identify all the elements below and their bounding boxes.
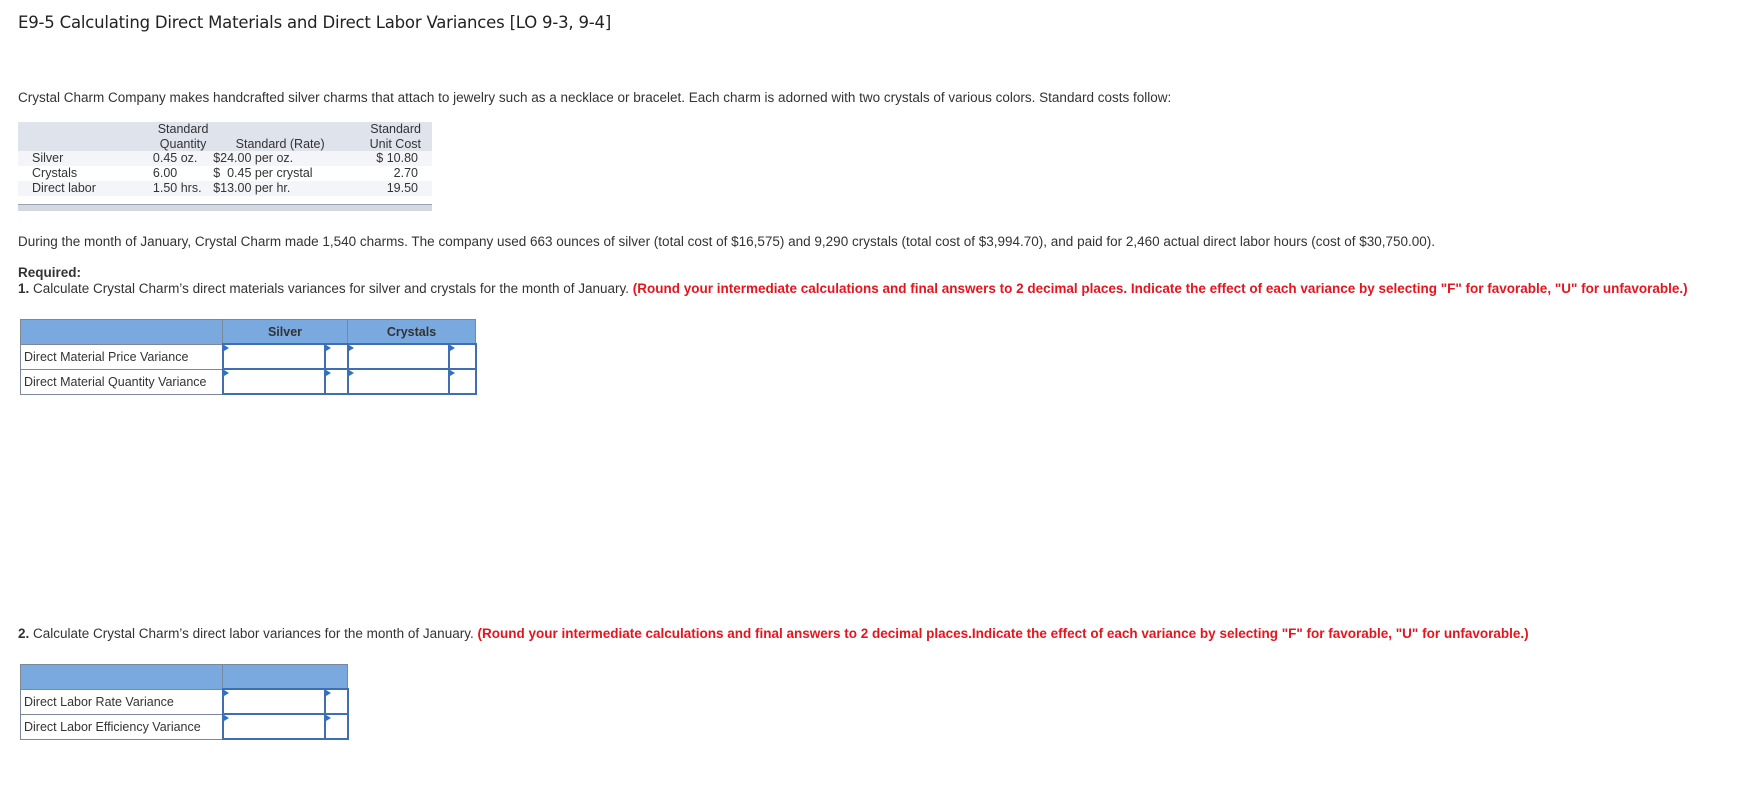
dropdown-marker-icon bbox=[325, 690, 331, 696]
labor-efficiency-effect-cell[interactable] bbox=[323, 713, 349, 740]
labor-efficiency-variance-cell[interactable] bbox=[221, 713, 326, 740]
header-blank bbox=[20, 664, 223, 690]
labor-rate-effect-cell[interactable] bbox=[323, 688, 349, 715]
question-1-instruction: (Round your intermediate calculations an… bbox=[632, 281, 1688, 296]
std-qty: 1.50 hrs. bbox=[152, 181, 214, 196]
dropdown-marker-icon bbox=[450, 370, 456, 376]
row-label-price-variance: Direct Material Price Variance bbox=[20, 343, 223, 370]
row-label-quantity-variance: Direct Material Quantity Variance bbox=[20, 368, 223, 395]
silver-quantity-variance-input[interactable] bbox=[223, 370, 324, 393]
silver-quantity-variance-cell[interactable] bbox=[221, 368, 326, 395]
crystals-price-variance-input[interactable] bbox=[348, 345, 449, 368]
labor-rate-variance-input[interactable] bbox=[223, 690, 324, 713]
header-qty-line2: Quantity bbox=[159, 136, 207, 151]
question-2-instruction: (Round your intermediate calculations an… bbox=[477, 626, 1529, 641]
dropdown-marker-icon bbox=[325, 370, 331, 376]
input-marker-icon bbox=[348, 370, 354, 376]
question-1-text: Calculate Crystal Charm’s direct materia… bbox=[29, 281, 633, 296]
table-row: Direct Labor Rate Variance bbox=[20, 688, 349, 715]
dropdown-marker-icon bbox=[325, 715, 331, 721]
input-marker-icon bbox=[223, 715, 229, 721]
std-rate: $24.00 per oz. bbox=[213, 151, 348, 166]
silver-price-effect-cell[interactable] bbox=[323, 343, 349, 370]
std-row-direct-labor: Direct labor 1.50 hrs. $13.00 per hr. 19… bbox=[18, 181, 432, 196]
crystals-quantity-variance-input[interactable] bbox=[348, 370, 449, 393]
input-marker-icon bbox=[223, 370, 229, 376]
question-1-number: 1. bbox=[18, 281, 30, 296]
std-qty: 6.00 bbox=[152, 166, 214, 181]
table-row: Direct Labor Efficiency Variance bbox=[20, 713, 349, 740]
materials-variance-table: Silver Crystals Direct Material Price Va… bbox=[20, 319, 477, 395]
row-label-efficiency-variance: Direct Labor Efficiency Variance bbox=[20, 713, 223, 740]
row-label-rate-variance: Direct Labor Rate Variance bbox=[20, 688, 223, 715]
column-header-crystals: Crystals bbox=[347, 319, 476, 345]
intro-text: Crystal Charm Company makes handcrafted … bbox=[18, 90, 1172, 105]
crystals-quantity-variance-cell[interactable] bbox=[346, 368, 451, 395]
header-standard-rate: Standard (Rate) bbox=[213, 122, 348, 151]
row-label: Direct labor bbox=[18, 181, 153, 196]
silver-price-variance-input[interactable] bbox=[223, 345, 324, 368]
header-qty-line1: Standard bbox=[157, 122, 209, 136]
crystals-price-variance-cell[interactable] bbox=[346, 343, 451, 370]
std-cost: $ 10.80 bbox=[347, 151, 432, 166]
dropdown-marker-icon bbox=[325, 345, 331, 351]
question-2: 2. Calculate Crystal Charm’s direct labo… bbox=[18, 626, 1529, 641]
labor-rate-variance-cell[interactable] bbox=[221, 688, 326, 715]
silver-price-variance-cell[interactable] bbox=[221, 343, 326, 370]
std-qty: 0.45 oz. bbox=[152, 151, 214, 166]
header-cost-line2: Unit Cost bbox=[369, 136, 421, 151]
row-label: Crystals bbox=[18, 166, 153, 181]
row-label: Silver bbox=[18, 151, 153, 166]
silver-quantity-effect-cell[interactable] bbox=[323, 368, 349, 395]
std-row-crystals: Crystals 6.00 $ 0.45 per crystal 2.70 bbox=[18, 166, 432, 181]
facts-text: During the month of January, Crystal Cha… bbox=[18, 234, 1436, 249]
header-standard-unit-cost: Standard Unit Cost bbox=[347, 122, 432, 151]
std-rate: $13.00 per hr. bbox=[213, 181, 348, 196]
question-2-text: Calculate Crystal Charm’s direct labor v… bbox=[29, 626, 478, 641]
header-cost-line1: Standard bbox=[370, 122, 421, 136]
dropdown-marker-icon bbox=[450, 345, 456, 351]
question-2-number: 2. bbox=[18, 626, 30, 641]
question-1: 1. Calculate Crystal Charm’s direct mate… bbox=[18, 281, 1688, 296]
header-blank-value bbox=[222, 664, 348, 690]
standard-costs-table: Standard Quantity Standard (Rate) Standa… bbox=[18, 122, 432, 211]
input-marker-icon bbox=[223, 345, 229, 351]
required-label: Required: bbox=[18, 265, 82, 280]
std-cost: 2.70 bbox=[347, 166, 432, 181]
exercise-title: E9-5 Calculating Direct Materials and Di… bbox=[18, 13, 612, 32]
crystals-price-effect-cell[interactable] bbox=[448, 343, 477, 370]
input-marker-icon bbox=[223, 690, 229, 696]
std-rate: $ 0.45 per crystal bbox=[213, 166, 348, 181]
labor-variance-table: Direct Labor Rate Variance Direct Labor … bbox=[20, 664, 349, 740]
header-blank bbox=[20, 319, 223, 345]
table-row: Direct Material Quantity Variance bbox=[20, 368, 477, 395]
header-blank bbox=[18, 122, 153, 151]
column-header-silver: Silver bbox=[222, 319, 348, 345]
input-marker-icon bbox=[348, 345, 354, 351]
std-cost: 19.50 bbox=[347, 181, 432, 196]
crystals-quantity-effect-cell[interactable] bbox=[448, 368, 477, 395]
std-row-silver: Silver 0.45 oz. $24.00 per oz. $ 10.80 bbox=[18, 151, 432, 166]
labor-efficiency-variance-input[interactable] bbox=[223, 715, 324, 738]
table-footer-bar bbox=[18, 204, 432, 211]
header-standard-quantity: Standard Quantity bbox=[152, 122, 214, 151]
table-row: Direct Material Price Variance bbox=[20, 343, 477, 370]
